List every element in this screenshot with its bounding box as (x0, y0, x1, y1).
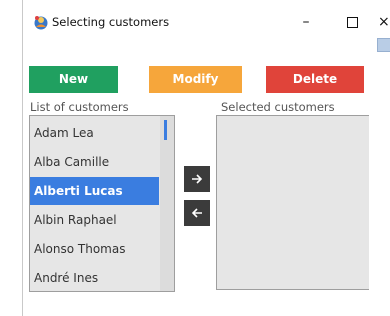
new-button[interactable]: New (29, 66, 118, 93)
selected-customers-list[interactable] (216, 115, 369, 290)
customer-list-scrollbar[interactable] (160, 116, 174, 291)
list-item[interactable]: Alonso Thomas (30, 235, 159, 263)
corner-swatch (377, 38, 390, 52)
modify-button[interactable]: Modify (149, 66, 242, 93)
list-item-selected[interactable]: Alberti Lucas (30, 177, 159, 205)
add-customer-button[interactable] (184, 166, 210, 192)
list-item[interactable]: André Ines (30, 264, 159, 292)
minimize-button[interactable]: – (291, 8, 321, 36)
list-item[interactable]: Alba Camille (30, 148, 159, 176)
maximize-button[interactable] (337, 8, 367, 36)
app-icon (34, 16, 48, 30)
selected-customers-label: Selected customers (221, 100, 335, 114)
delete-button[interactable]: Delete (266, 66, 364, 93)
customer-list[interactable]: Adam Lea Alba Camille Alberti Lucas Albi… (29, 115, 175, 292)
arrow-left-icon (191, 208, 202, 218)
maximize-icon (346, 17, 358, 28)
list-of-customers-label: List of customers (30, 100, 129, 114)
scrollbar-thumb[interactable] (164, 120, 167, 140)
list-item[interactable]: Albin Raphael (30, 206, 159, 234)
remove-customer-button[interactable] (184, 200, 210, 226)
list-item[interactable]: Adam Lea (30, 119, 159, 147)
window-title: Selecting customers (52, 15, 170, 29)
title-bar[interactable]: Selecting customers – × (23, 0, 390, 44)
close-button[interactable]: × (378, 8, 390, 36)
arrow-right-icon (192, 174, 203, 184)
